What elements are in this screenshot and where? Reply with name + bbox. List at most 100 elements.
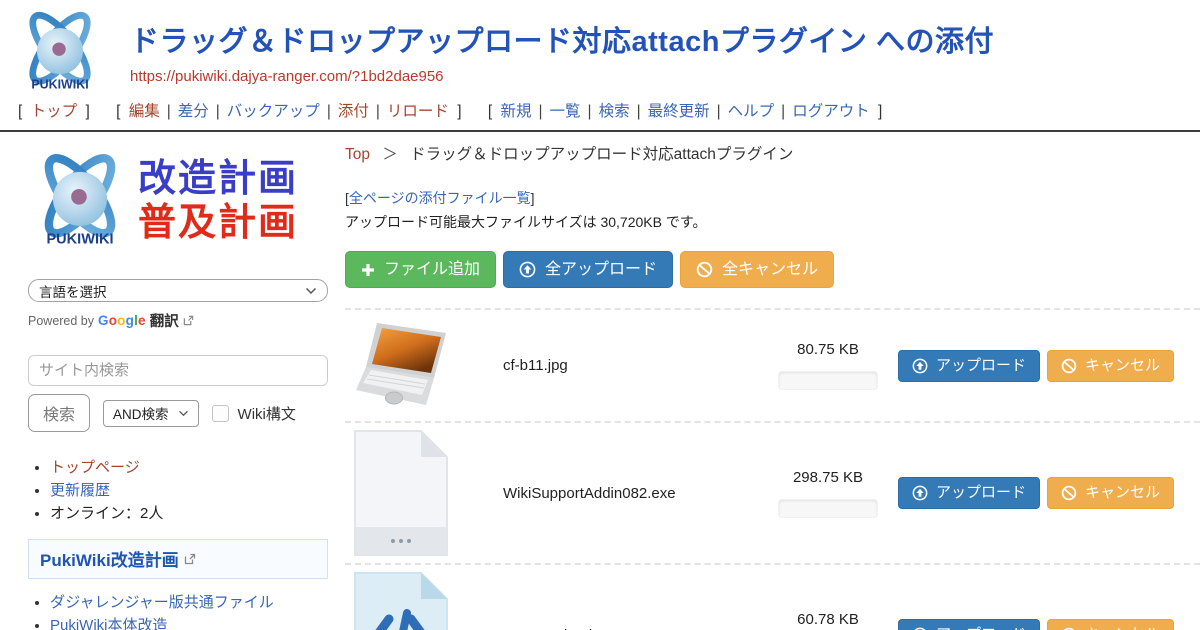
generic-file-icon xyxy=(353,429,449,557)
nav-recent-link[interactable]: 最終更新 xyxy=(648,103,710,120)
sidebar-site-links: ダジャレンジャー版共通ファイル PukiWiki本体改造 PukiWikiテキス… xyxy=(50,592,328,630)
site-search-input[interactable] xyxy=(28,355,328,386)
sidebar-item-toppage[interactable]: トップページ xyxy=(50,459,140,476)
breadcrumb-home-link[interactable]: Top xyxy=(345,146,370,163)
separator: | xyxy=(588,103,592,120)
file-size: 298.75 KB xyxy=(793,469,863,486)
bracket: ] xyxy=(85,103,89,120)
powered-by-text: Powered by xyxy=(28,314,94,328)
search-mode-select[interactable]: AND検索 xyxy=(103,400,199,427)
wiki-syntax-checkbox[interactable] xyxy=(212,405,229,422)
sidebar-item-common-files[interactable]: ダジャレンジャー版共通ファイル xyxy=(50,594,274,611)
online-count: オンライン：2人 xyxy=(50,505,163,522)
upload-file-button[interactable]: アップロード xyxy=(898,477,1040,509)
list-item: PukiWiki本体改造 xyxy=(50,615,328,630)
nav-logout-link[interactable]: ログアウト xyxy=(792,103,870,120)
language-select[interactable]: 言語を選択 xyxy=(28,279,328,302)
site-heading-label: PukiWiki改造計画 xyxy=(40,546,179,571)
bracket: [ xyxy=(18,103,22,120)
nav-help-link[interactable]: ヘルプ xyxy=(728,103,775,120)
logo-caption: PUKIWIKI xyxy=(31,77,88,91)
file-row: WikiSupportAddin082.exe 298.75 KB アップロード xyxy=(345,421,1200,563)
page-title: ドラッグ＆ドロップアップロード対応attachプラグイン への添付 xyxy=(130,18,994,60)
upload-progress-bar xyxy=(778,371,878,390)
ban-icon xyxy=(1061,485,1077,501)
sidebar-item-core-mod[interactable]: PukiWiki本体改造 xyxy=(50,617,168,630)
logo-slogan-line1: 改造計画 xyxy=(138,158,298,202)
separator: | xyxy=(637,103,641,120)
laptop-photo-thumbnail xyxy=(353,320,455,412)
separator: | xyxy=(781,103,785,120)
page-header: PUKIWIKI ドラッグ＆ドロップアップロード対応attachプラグイン への… xyxy=(0,0,1200,96)
logo-caption: PUKIWIKI xyxy=(46,232,113,248)
file-size: 60.78 KB xyxy=(797,611,859,628)
pukiwiki-atom-logo-icon[interactable]: PUKIWIKI xyxy=(12,8,108,98)
file-name: WikiSupportAddin082.exe xyxy=(503,485,758,502)
nav-top-link[interactable]: トップ xyxy=(31,103,78,120)
nav-edit-link[interactable]: 編集 xyxy=(129,103,160,120)
bracket: ] xyxy=(531,190,535,206)
cancel-file-button[interactable]: キャンセル xyxy=(1047,477,1174,509)
separator: | xyxy=(538,103,542,120)
upload-all-button[interactable]: 全アップロード xyxy=(503,251,673,288)
external-link-icon xyxy=(184,553,196,565)
bracket: ] xyxy=(878,103,882,120)
list-item: トップページ xyxy=(50,457,328,479)
chevron-down-icon xyxy=(305,287,317,295)
ban-icon xyxy=(696,261,713,278)
nav-backup-link[interactable]: バックアップ xyxy=(227,103,320,120)
breadcrumb: Top ＞ ドラッグ＆ドロップアップロード対応attachプラグイン xyxy=(345,142,1200,164)
search-button[interactable]: 検索 xyxy=(28,394,90,432)
list-item: ダジャレンジャー版共通ファイル xyxy=(50,592,328,614)
ban-icon xyxy=(1061,358,1077,374)
top-navbar: [ トップ ] [ 編集 | 差分 | バックアップ | 添付 | リロード ] [ 新規 | 一覧… xyxy=(0,96,1200,132)
site-heading-box[interactable]: PukiWiki改造計画 xyxy=(28,539,328,579)
list-item: オンライン：2人 xyxy=(50,503,328,525)
all-attachments-link[interactable]: 全ページの添付ファイル一覧 xyxy=(349,190,531,206)
plus-icon xyxy=(361,263,375,277)
logo-slogan-line2: 普及計画 xyxy=(138,202,298,246)
main-content: Top ＞ ドラッグ＆ドロップアップロード対応attachプラグイン [全ページ… xyxy=(345,132,1200,630)
breadcrumb-current: ドラッグ＆ドロップアップロード対応attachプラグイン xyxy=(410,146,793,163)
nav-reload-link[interactable]: リロード xyxy=(387,103,449,120)
file-size: 80.75 KB xyxy=(797,341,859,358)
bracket: [ xyxy=(116,103,120,120)
google-logo: Google xyxy=(98,313,146,328)
cancel-file-button[interactable]: キャンセル xyxy=(1047,619,1174,630)
sidebar-logo[interactable]: PUKIWIKI 改造計画 普及計画 xyxy=(28,150,328,254)
chevron-down-icon xyxy=(178,410,189,417)
upload-file-button[interactable]: アップロード xyxy=(898,350,1040,382)
pukiwiki-atom-logo-icon: PUKIWIKI xyxy=(28,150,132,254)
bracket: ] xyxy=(457,103,461,120)
nav-list-link[interactable]: 一覧 xyxy=(550,103,581,120)
file-row: cf-b11.jpg 80.75 KB アップロード xyxy=(345,308,1200,421)
bracket: [ xyxy=(488,103,492,120)
translate-link[interactable]: 翻訳 xyxy=(150,310,179,331)
nav-new-link[interactable]: 新規 xyxy=(500,103,531,120)
separator: | xyxy=(717,103,721,120)
circle-arrow-up-icon xyxy=(912,358,928,374)
breadcrumb-separator: ＞ xyxy=(382,146,398,163)
upload-file-button[interactable]: アップロード xyxy=(898,619,1040,630)
circle-arrow-up-icon xyxy=(912,485,928,501)
nav-attach-link[interactable]: 添付 xyxy=(338,103,369,120)
sidebar-item-recent-changes[interactable]: 更新履歴 xyxy=(50,482,110,499)
circle-arrow-up-icon xyxy=(519,261,536,278)
upload-toolbar: ファイル追加 全アップロード 全キャンセル xyxy=(345,251,1200,288)
file-row: contents.html 60.78 KB アップロード xyxy=(345,563,1200,630)
upload-file-list: cf-b11.jpg 80.75 KB アップロード xyxy=(345,308,1200,630)
nav-search-link[interactable]: 検索 xyxy=(599,103,630,120)
nav-diff-link[interactable]: 差分 xyxy=(178,103,209,120)
max-upload-size-text: アップロード可能最大ファイルサイズは 30,720KB です。 xyxy=(345,212,1200,232)
sidebar: PUKIWIKI 改造計画 普及計画 言語を選択 Powered by Goog… xyxy=(28,132,328,630)
separator: | xyxy=(327,103,331,120)
google-translate-attribution: Powered by Google 翻訳 xyxy=(28,310,328,331)
file-name: cf-b11.jpg xyxy=(503,357,758,374)
list-item: 更新履歴 xyxy=(50,480,328,502)
language-select-value: 言語を選択 xyxy=(39,281,107,301)
add-file-button[interactable]: ファイル追加 xyxy=(345,251,496,288)
cancel-all-button[interactable]: 全キャンセル xyxy=(680,251,834,288)
cancel-file-button[interactable]: キャンセル xyxy=(1047,350,1174,382)
separator: | xyxy=(216,103,220,120)
upload-progress-bar xyxy=(778,499,878,518)
